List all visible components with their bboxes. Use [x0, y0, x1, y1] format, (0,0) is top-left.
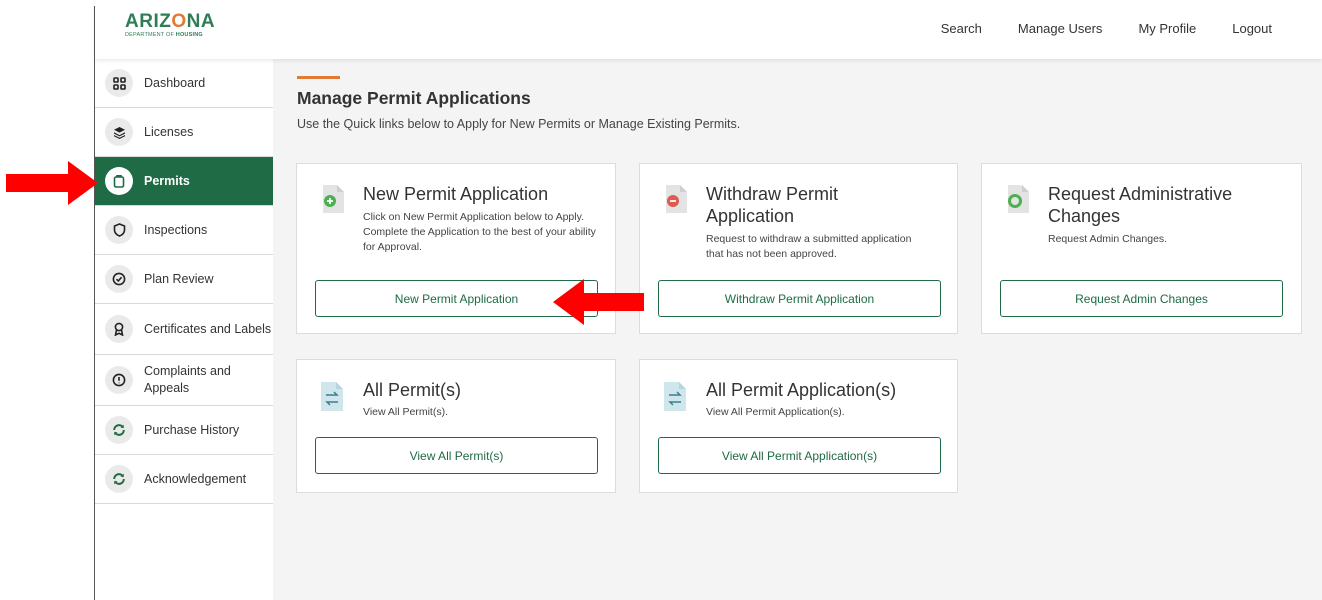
sidebar: Dashboard Licenses Permits Inspections P… — [95, 59, 273, 600]
sidebar-item-purchase-history[interactable]: Purchase History — [95, 406, 273, 455]
sidebar-item-label: Plan Review — [144, 271, 214, 286]
arizona-housing-logo[interactable]: ARIZONA DEPARTMENT OF HOUSING — [125, 11, 216, 38]
top-navigation-bar: ARIZONA DEPARTMENT OF HOUSING Search Man… — [95, 0, 1322, 59]
card-title: New Permit Application — [363, 184, 549, 204]
all-permits-card: All Permit(s) View All Permit(s). View A… — [296, 359, 616, 493]
sidebar-item-label: Certificates and Labels — [144, 321, 272, 336]
sidebar-item-plan-review[interactable]: Plan Review — [95, 255, 273, 304]
annotation-arrow-right — [6, 161, 98, 205]
document-remove-icon — [662, 184, 688, 219]
card-description: Request to withdraw a submitted applicat… — [706, 233, 912, 260]
nav-manage-users-link[interactable]: Manage Users — [1018, 21, 1103, 36]
card-title: All Permit Application(s) — [706, 380, 897, 400]
view-all-permits-button[interactable]: View All Permit(s) — [315, 437, 598, 474]
main-content: Manage Permit Applications Use the Quick… — [273, 59, 1322, 600]
layers-icon — [105, 118, 133, 146]
sidebar-item-certificates-and-labels[interactable]: Certificates and Labels — [95, 304, 273, 355]
check-circle-icon — [105, 265, 133, 293]
refresh-icon — [105, 465, 133, 493]
grid-icon — [105, 69, 133, 97]
sidebar-item-complaints-and-appeals[interactable]: Complaints and Appeals — [95, 355, 273, 406]
sidebar-item-label: Acknowledgement — [144, 471, 247, 486]
award-icon — [105, 315, 133, 343]
document-circle-icon — [1004, 184, 1030, 219]
card-title: Withdraw Permit Application — [706, 184, 839, 226]
title-accent-bar — [297, 76, 340, 79]
refresh-icon — [105, 416, 133, 444]
nav-logout-link[interactable]: Logout — [1232, 21, 1272, 36]
header-nav: Search Manage Users My Profile Logout — [905, 21, 1272, 36]
document-exchange-icon — [319, 380, 345, 417]
sidebar-item-label: Dashboard — [144, 75, 206, 90]
card-description: Request Admin Changes. — [1048, 233, 1168, 245]
card-title: Request Administrative Changes — [1048, 184, 1233, 226]
logo-subtitle: DEPARTMENT OF HOUSING — [125, 32, 203, 38]
sidebar-item-acknowledgement[interactable]: Acknowledgement — [95, 455, 273, 504]
sidebar-item-dashboard[interactable]: Dashboard — [95, 59, 273, 108]
sidebar-item-label: Permits — [144, 173, 190, 188]
document-exchange-icon — [662, 380, 688, 417]
card-description: View All Permit(s). — [363, 406, 448, 418]
sidebar-item-label: Complaints and Appeals — [144, 364, 231, 395]
view-all-permit-applications-button[interactable]: View All Permit Application(s) — [658, 437, 941, 474]
nav-search-link[interactable]: Search — [941, 21, 982, 36]
request-admin-changes-button[interactable]: Request Admin Changes — [1000, 280, 1283, 317]
page-subtitle: Use the Quick links below to Apply for N… — [297, 117, 741, 131]
card-description: View All Permit Application(s). — [706, 406, 845, 418]
card-description: Click on New Permit Application below to… — [363, 211, 596, 253]
card-title: All Permit(s) — [363, 380, 461, 400]
page-title: Manage Permit Applications — [297, 88, 531, 108]
clipboard-icon — [105, 167, 133, 195]
sidebar-item-label: Inspections — [144, 222, 208, 237]
shield-icon — [105, 216, 133, 244]
nav-my-profile-link[interactable]: My Profile — [1138, 21, 1196, 36]
sidebar-item-label: Purchase History — [144, 422, 240, 437]
logo-wordmark: ARIZONA — [125, 11, 216, 32]
all-permit-applications-card: All Permit Application(s) View All Permi… — [639, 359, 958, 493]
request-admin-changes-card: Request Administrative Changes Request A… — [981, 163, 1302, 334]
sidebar-item-inspections[interactable]: Inspections — [95, 206, 273, 255]
sidebar-item-permits[interactable]: Permits — [95, 157, 273, 206]
sidebar-item-licenses[interactable]: Licenses — [95, 108, 273, 157]
sidebar-item-label: Licenses — [144, 124, 194, 139]
withdraw-permit-application-button[interactable]: Withdraw Permit Application — [658, 280, 941, 317]
annotation-arrow-left — [553, 279, 644, 325]
withdraw-permit-card: Withdraw Permit Application Request to w… — [639, 163, 958, 334]
alert-circle-icon — [105, 366, 133, 394]
document-add-icon — [319, 184, 345, 219]
